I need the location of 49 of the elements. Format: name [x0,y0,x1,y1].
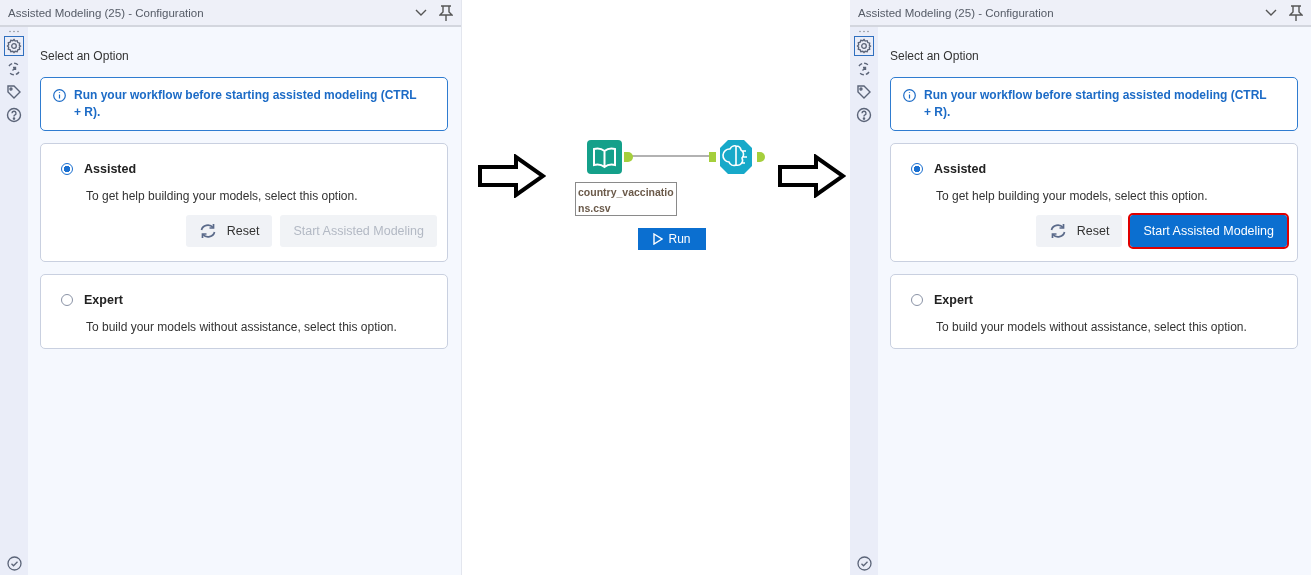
radio-button[interactable] [61,294,73,306]
panel-title: Assisted Modeling (25) - Configuration [858,6,1055,19]
settings-icon [856,38,872,54]
option-label: Expert [84,293,123,307]
section-heading: Select an Option [40,49,130,63]
info-message: Run your workflow before starting assisted modeling (CTRL + R). [74,87,418,121]
panel-tab[interactable] [4,36,24,56]
circular-arrow-icon [6,61,22,77]
refresh-icon [1048,223,1067,239]
chevron-down-icon[interactable] [415,8,427,17]
tag-icon [856,84,872,100]
option-description: To build your models without assistance, select this option. [936,320,1248,334]
help-icon [6,107,22,123]
play-icon [653,233,664,245]
option-description: To build your models without assistance, select this option. [86,320,398,334]
panel-tab[interactable] [854,36,874,56]
option-label: Expert [934,293,973,307]
right-arrow-icon [478,154,546,198]
book-tool-icon[interactable] [586,139,633,175]
circular-arrow-icon [856,61,872,77]
pin-icon[interactable] [1289,4,1303,21]
run-button[interactable]: Run [638,228,706,250]
reset-button[interactable]: Reset [1035,215,1123,247]
panel-title: Assisted Modeling (25) - Configuration [8,6,205,19]
info-message: Run your workflow before starting assisted modeling (CTRL + R). [924,87,1268,121]
tag-icon [6,84,22,100]
settings-icon [6,38,22,54]
tool-label: country_vaccinations.csv [575,182,677,216]
radio-button[interactable] [61,163,73,175]
panel-tab[interactable] [4,105,24,125]
right-arrow-icon [778,154,846,198]
help-icon [856,107,872,123]
option-label: Assisted [934,162,987,176]
check-circle-icon[interactable] [6,556,22,571]
option-description: To get help building your models, select this option. [936,189,1209,203]
section-heading: Select an Option [890,49,980,63]
option-label: Assisted [84,162,137,176]
radio-button[interactable] [911,163,923,175]
start-modeling-button[interactable]: Start Assisted Modeling [1130,215,1287,247]
reset-button[interactable]: Reset [185,215,273,247]
pin-icon[interactable] [439,4,453,21]
check-circle-icon[interactable] [856,556,872,571]
chevron-down-icon[interactable] [1265,8,1277,17]
refresh-icon [198,223,217,239]
radio-button[interactable] [911,294,923,306]
panel-tab[interactable] [854,105,874,125]
info-icon [903,89,916,102]
option-description: To get help building your models, select this option. [86,189,359,203]
info-icon [53,89,66,102]
